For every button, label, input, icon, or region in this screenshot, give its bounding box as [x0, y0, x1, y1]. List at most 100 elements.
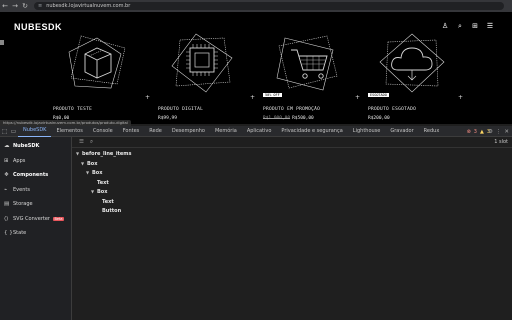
sidebar-item-events[interactable]: ⌁ Events — [0, 183, 71, 198]
tree-node-label: Box — [87, 160, 98, 167]
tree-node[interactable]: Text — [76, 199, 132, 209]
search-icon[interactable]: ⌕ — [456, 22, 464, 31]
box-illustration-icon — [68, 35, 126, 89]
product-price-value: R$99,99 — [158, 116, 177, 121]
tree-node-label: Text — [102, 198, 114, 205]
store-page: NUBESDK ♙ ⌕ ⊞ ☰ PRODUTO TESTE R$0,00 PRO… — [0, 12, 512, 124]
tab-redux[interactable]: Redux — [419, 126, 445, 137]
chip-illustration-icon — [171, 33, 233, 93]
add-to-cart-icon[interactable]: + — [458, 94, 463, 101]
tree-node[interactable]: ▼ Box — [76, 170, 132, 180]
sidebar-item-nubesdk[interactable]: ☁ NubeSDK — [0, 139, 71, 154]
tab-lighthouse[interactable]: Lighthouse — [348, 126, 386, 137]
list-icon[interactable]: ☰ — [79, 139, 84, 145]
tree-node[interactable]: ▼ Box — [76, 161, 132, 171]
store-logo[interactable]: NUBESDK — [14, 22, 62, 32]
product-card[interactable]: ESGOTADO PRODUTO ESGOTADO R$200,00 — [368, 32, 458, 124]
tab-fontes[interactable]: Fontes — [118, 126, 145, 137]
tab-console[interactable]: Console — [88, 126, 118, 137]
tree-node[interactable]: Button — [76, 208, 132, 218]
sidebar-item-label: NubeSDK — [13, 143, 40, 150]
add-to-cart-icon[interactable]: + — [250, 94, 255, 101]
product-card[interactable]: 50% OFF PRODUTO EM PROMOÇÃO R$1.000,00 R$… — [263, 32, 353, 124]
tree-node-label: before_line_items — [82, 151, 132, 157]
forward-button[interactable]: → — [10, 0, 20, 12]
address-bar[interactable]: ≡ nubesdk.lojavirtualnuvem.com.br — [34, 2, 504, 10]
menu-icon[interactable]: ☰ — [486, 22, 494, 31]
cart-icon[interactable]: ⊞ — [471, 22, 479, 31]
sidebar-item-label: State — [13, 230, 27, 237]
store-header-icons: ♙ ⌕ ⊞ ☰ — [441, 22, 494, 31]
product-price: R$99,99 — [158, 116, 177, 121]
product-price: R$1.000,00 R$500,00 — [263, 116, 314, 121]
close-icon[interactable]: ✕ — [504, 129, 509, 135]
apps-icon: ⊞ — [4, 157, 9, 164]
product-price: R$200,00 — [368, 116, 390, 121]
sidebar-item-storage[interactable]: ▤ Storage — [0, 197, 71, 212]
code-icon: ⟨⟩ — [4, 215, 9, 222]
extension-tab[interactable] — [0, 40, 4, 45]
sidebar-item-label: Components — [13, 172, 49, 179]
more-options-icon[interactable]: ⋮ — [496, 129, 502, 135]
discount-badge: 50% OFF — [263, 93, 282, 97]
settings-icon[interactable]: ⚙ — [488, 129, 493, 135]
add-to-cart-icon[interactable]: + — [145, 94, 150, 101]
product-name[interactable]: PRODUTO TESTE — [53, 107, 92, 112]
nubesdk-sidebar: ☁ NubeSDK ⊞ Apps ❖ Components ⌁ Events ▤… — [0, 137, 72, 320]
site-settings-icon[interactable]: ≡ — [38, 3, 42, 9]
reload-button[interactable]: ↻ — [20, 0, 30, 12]
cloud-icon: ☁ — [4, 143, 10, 150]
product-price-value: R$200,00 — [368, 116, 390, 121]
product-name[interactable]: PRODUTO DIGITAL — [158, 107, 203, 112]
tab-gravador[interactable]: Gravador — [385, 126, 418, 137]
sidebar-item-svg-converter[interactable]: ⟨⟩ SVG Converter Beta — [0, 212, 71, 227]
events-icon: ⌁ — [4, 186, 8, 193]
tab-aplicativo[interactable]: Aplicativo — [242, 126, 277, 137]
storage-icon: ▤ — [4, 201, 10, 208]
tab-privacidade[interactable]: Privacidade e segurança — [276, 126, 347, 137]
tree-node-label: Box — [92, 170, 103, 176]
back-button[interactable]: ← — [0, 0, 10, 12]
braces-icon: { } — [4, 230, 13, 237]
sold-out-badge: ESGOTADO — [368, 93, 389, 97]
tab-rede[interactable]: Rede — [144, 126, 167, 137]
warning-icon: ▲ — [479, 128, 484, 135]
sidebar-item-label: Apps — [13, 157, 26, 164]
cart-illustration-icon — [276, 35, 338, 91]
component-tree: ▼ before_line_items ▼ Box ▼ Box Text ▼ Box T… — [76, 151, 132, 218]
tree-node[interactable]: ▼ Box — [76, 189, 132, 199]
product-name[interactable]: PRODUTO EM PROMOÇÃO — [263, 107, 320, 112]
sidebar-item-label: SVG Converter — [13, 215, 50, 222]
issues-counter[interactable]: ⊗ 3 ▲ 3 — [467, 126, 490, 137]
screen: ← → ↻ ≡ nubesdk.lojavirtualnuvem.com.br … — [0, 0, 512, 320]
product-card[interactable]: PRODUTO DIGITAL R$99,99 — [158, 32, 248, 124]
sidebar-item-apps[interactable]: ⊞ Apps — [0, 154, 71, 169]
cloud-illustration-icon — [379, 33, 445, 93]
tree-node[interactable]: ▼ before_line_items — [76, 151, 132, 161]
tab-memoria[interactable]: Memória — [210, 126, 242, 137]
product-name[interactable]: PRODUTO ESGOTADO — [368, 107, 416, 112]
error-icon: ⊗ — [466, 128, 471, 135]
error-count: 3 — [473, 128, 477, 135]
tree-node[interactable]: Text — [76, 180, 132, 190]
components-toolbar: ☰ ⌕ 1 slot — [72, 137, 512, 148]
add-to-cart-icon[interactable]: + — [355, 94, 360, 101]
sidebar-item-label: Storage — [13, 201, 33, 208]
device-toolbar-icon[interactable]: ▭ — [9, 128, 18, 135]
user-icon[interactable]: ♙ — [441, 22, 449, 31]
sidebar-item-state[interactable]: { } State — [0, 226, 71, 241]
product-old-price: R$1.000,00 — [263, 116, 291, 121]
tab-desempenho[interactable]: Desempenho — [167, 126, 210, 137]
components-icon: ❖ — [4, 172, 9, 179]
inspect-element-icon[interactable]: ⬚ — [0, 128, 9, 135]
search-icon[interactable]: ⌕ — [90, 139, 93, 146]
tab-nubesdk[interactable]: NubeSDK — [18, 125, 52, 137]
product-price-value: R$500,00 — [292, 116, 314, 121]
tree-node-label: Button — [102, 208, 122, 214]
tab-elementos[interactable]: Elementos — [51, 126, 87, 137]
devtools-tabbar: ⬚ ▭ NubeSDK Elementos Console Fontes Red… — [0, 126, 512, 137]
url-text[interactable]: nubesdk.lojavirtualnuvem.com.br — [46, 3, 130, 9]
sidebar-item-components[interactable]: ❖ Components — [0, 168, 71, 183]
product-card[interactable]: PRODUTO TESTE R$0,00 — [53, 32, 143, 124]
slot-count: 1 slot — [494, 139, 508, 145]
